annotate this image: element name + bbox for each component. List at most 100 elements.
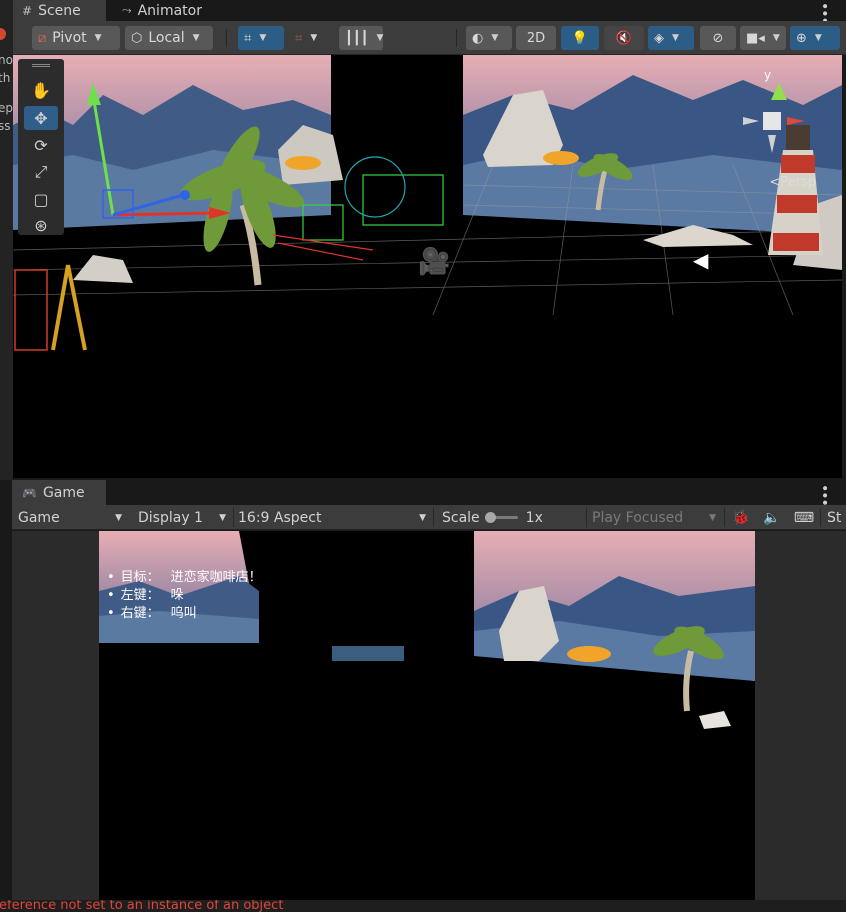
perspective-label[interactable]: <Persp [769,175,816,190]
console-status-bar[interactable]: reference not set to an instance of an o… [0,900,846,912]
speaker-icon: 🔈 [763,509,781,526]
eye-hidden-icon: ⊘ [712,30,724,46]
hud-key: 右键： [120,606,160,621]
clipped-text: ep [0,101,13,115]
rotate-icon: ⟳ [34,135,48,155]
rotate-tool-button[interactable]: ⟳ [24,133,58,157]
increment-snap-button[interactable]: ⌗ ▼ [289,26,333,50]
game-view-select[interactable]: Game ▼ [18,505,128,530]
gizmo-axis-y: y [764,68,771,82]
scene-tab-strip: # Scene ⤳ Animator ••• [0,0,846,24]
chevron-down-icon: ▼ [259,33,267,43]
hand-tool-button[interactable]: ✋ [24,78,58,102]
game-more-menu-icon[interactable]: ••• [816,484,832,506]
transform-icon: ⊛ [34,215,48,235]
chevron-down-icon: ▼ [772,33,780,43]
game-view-select-value: Game [18,509,60,526]
svg-text:◀: ◀ [693,248,709,272]
rect-tool-button[interactable]: ▢ [24,187,58,211]
gizmos-grid-button[interactable]: ⌨ [793,505,815,530]
clipped-text: ss [0,119,11,133]
toolbar-divider [433,508,434,527]
game-viewport[interactable]: 目标： 进恋家咖啡店！ 左键： 哚 右键： 呜叫 [99,531,755,900]
camera-settings-button[interactable]: ■◂ ▼ [740,26,786,50]
game-audio-button[interactable]: 🔈 [762,505,782,530]
shading-mode-button[interactable]: ◐ ▼ [466,26,512,50]
scale-label: Scale [442,509,480,526]
console-error-message: reference not set to an instance of an o… [0,900,284,912]
effects-toggle[interactable]: ◈ ▼ [648,26,694,50]
display-select[interactable]: Display 1 ▼ [138,505,232,530]
camera-icon: ■◂ [746,30,765,46]
scale-value: 1x [525,509,543,526]
lighting-toggle[interactable]: 💡 [561,26,599,50]
drag-handle-icon[interactable] [32,64,50,67]
stats-debug-button[interactable]: 🐞 [731,505,751,530]
game-tab-strip: 🎮 Game ••• [12,480,846,506]
chevron-down-icon: ▼ [672,33,679,43]
game-toolbar: Game ▼ Display 1 ▼ 16:9 Aspect ▼ Scale 1… [12,505,846,530]
move-tool-button[interactable]: ✥ [24,106,58,130]
toolbar-divider [586,508,587,527]
scene-tool-panel: ✋ ✥ ⟳ ⤢ ▢ ⊛ [18,59,64,235]
gizmos-button[interactable]: ⊕ ▼ [790,26,840,50]
toolbar-divider [724,508,725,527]
hud-value: 呜叫 [170,606,197,621]
tab-animator[interactable]: ⤳ Animator [112,0,212,21]
hud-key: 左键： [120,588,160,603]
animator-icon: ⤳ [122,3,132,17]
keyboard-icon: ⌨ [793,509,815,526]
shading-sphere-icon: ◐ [472,30,484,46]
stats-label: St [827,509,842,526]
tab-scene[interactable]: # Scene [12,0,106,21]
scale-tool-button[interactable]: ⤢ [24,160,58,184]
grid-icon: # [22,3,33,18]
local-cube-icon: ⬡ [131,30,143,46]
chevron-down-icon: ▼ [814,33,822,43]
scene-viewport[interactable]: 🎥 ◀ y ✋ ✥ ⟳ ⤢ ▢ ⊛ <Persp [13,55,842,478]
mute-icon: 🔇 [615,30,633,46]
chevron-down-icon: ▼ [376,33,384,43]
toolbar-divider [233,508,234,527]
scale-slider-knob[interactable] [484,512,496,523]
chevron-down-icon: ▼ [219,512,226,523]
stats-button[interactable]: St [827,505,846,530]
ruler-icon: ┃┃┃ [345,30,369,46]
scale-slider[interactable]: Scale 1x [442,505,582,530]
pivot-label: Pivot [52,30,87,46]
hud-objective-item: 右键： 呜叫 [107,605,262,623]
display-select-value: Display 1 [138,509,203,526]
scene-visibility-toggle[interactable]: ⊘ [700,26,736,50]
clipped-text: th [0,71,11,85]
hud-objective-item: 目标： 进恋家咖啡店！ [107,569,262,587]
aspect-select-value: 16:9 Aspect [238,509,322,526]
grid-snap-button[interactable]: ⌗ ▼ [238,26,284,50]
chevron-down-icon: ▼ [709,512,716,523]
game-viewport-area: 目标： 进恋家咖啡店！ 左键： 哚 右键： 呜叫 [12,531,846,900]
tab-scene-label: Scene [38,2,81,19]
chevron-down-icon: ▼ [419,512,426,523]
toolbar-divider [456,29,457,47]
mode-2d-button[interactable]: 2D [516,26,556,50]
scale-slider-track[interactable] [484,512,518,523]
chevron-down-icon: ▼ [310,33,318,43]
hud-key: 目标： [120,570,160,585]
hand-icon: ✋ [31,80,51,100]
scale-icon: ⤢ [34,162,48,181]
hud-value: 进恋家咖啡店！ [170,570,262,585]
aspect-select[interactable]: 16:9 Aspect ▼ [238,505,432,530]
local-dropdown[interactable]: ⬡ Local ▼ [125,26,213,50]
pivot-dropdown[interactable]: ⧄ Pivot ▼ [32,26,120,50]
chevron-down-icon: ▼ [192,33,200,43]
play-focused-select[interactable]: Play Focused ▼ [592,505,722,530]
tab-game-label: Game [42,484,85,501]
chevron-down-icon: ▼ [115,512,122,523]
ruler-snap-button[interactable]: ┃┃┃ ▼ [339,26,383,50]
layers-icon: ◈ [654,30,664,46]
scene-toolbar: ⧄ Pivot ▼ ⬡ Local ▼ ⌗ ▼ ⌗ ▼ ┃┃┃ ▼ ◐ ▼ 2D… [0,21,846,55]
svg-text:🎥: 🎥 [418,246,450,277]
tab-game[interactable]: 🎮 Game [12,480,106,505]
tab-animator-label: Animator [137,2,202,19]
audio-toggle[interactable]: 🔇 [604,26,644,50]
transform-tool-button[interactable]: ⊛ [24,213,58,237]
